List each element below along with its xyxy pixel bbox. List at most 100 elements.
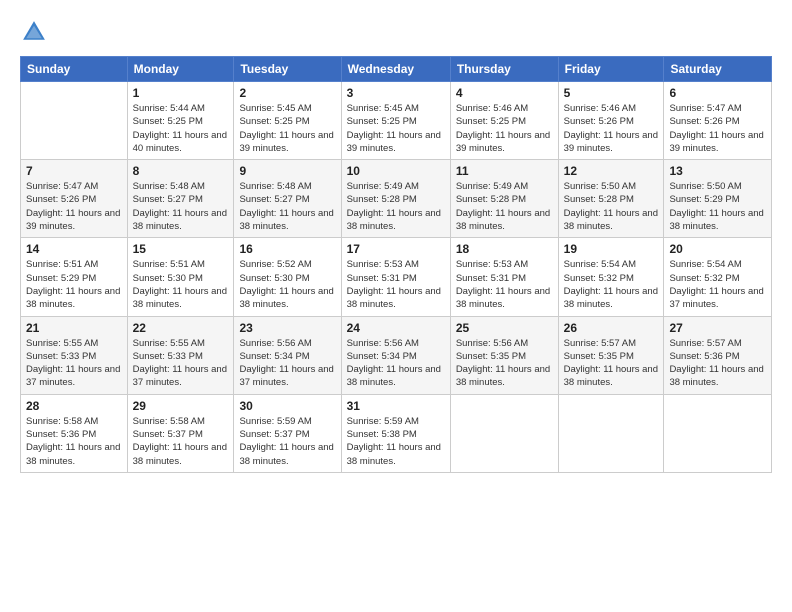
day-number: 4 [456, 86, 553, 100]
weekday-header-sunday: Sunday [21, 57, 128, 82]
header [20, 18, 772, 46]
day-detail: Sunrise: 5:46 AMSunset: 5:25 PMDaylight:… [456, 102, 553, 155]
calendar-table: SundayMondayTuesdayWednesdayThursdayFrid… [20, 56, 772, 473]
weekday-header-friday: Friday [558, 57, 664, 82]
day-number: 26 [564, 321, 659, 335]
day-detail: Sunrise: 5:48 AMSunset: 5:27 PMDaylight:… [239, 180, 335, 233]
day-number: 10 [347, 164, 445, 178]
day-number: 3 [347, 86, 445, 100]
calendar-cell: 28 Sunrise: 5:58 AMSunset: 5:36 PMDayligh… [21, 394, 128, 472]
calendar-cell: 30Sunrise: 5:59 AMSunset: 5:37 PMDayligh… [234, 394, 341, 472]
day-detail: Sunrise: 5:56 AMSunset: 5:35 PMDaylight:… [456, 337, 553, 390]
week-row-4: 21 Sunrise: 5:55 AMSunset: 5:33 PMDayligh… [21, 316, 772, 394]
day-detail: Sunrise: 5:58 AMSunset: 5:37 PMDaylight:… [133, 415, 229, 468]
week-row-3: 14Sunrise: 5:51 AMSunset: 5:29 PMDayligh… [21, 238, 772, 316]
day-number: 19 [564, 242, 659, 256]
day-number: 1 [133, 86, 229, 100]
day-detail: Sunrise: 5:55 AMSunset: 5:33 PMDaylight:… [26, 337, 122, 390]
day-number: 25 [456, 321, 553, 335]
calendar-cell: 31 Sunrise: 5:59 AMSunset: 5:38 PMDayligh… [341, 394, 450, 472]
calendar-cell: 27 Sunrise: 5:57 AMSunset: 5:36 PMDayligh… [664, 316, 772, 394]
day-detail: Sunrise: 5:51 AMSunset: 5:30 PMDaylight:… [133, 258, 229, 311]
day-number: 27 [669, 321, 766, 335]
day-number: 16 [239, 242, 335, 256]
day-detail: Sunrise: 5:46 AMSunset: 5:26 PMDaylight:… [564, 102, 659, 155]
day-detail: Sunrise: 5:53 AMSunset: 5:31 PMDaylight:… [456, 258, 553, 311]
calendar-cell: 4 Sunrise: 5:46 AMSunset: 5:25 PMDaylight… [450, 82, 558, 160]
calendar-cell: 24 Sunrise: 5:56 AMSunset: 5:34 PMDayligh… [341, 316, 450, 394]
calendar-cell: 22 Sunrise: 5:55 AMSunset: 5:33 PMDayligh… [127, 316, 234, 394]
day-number: 20 [669, 242, 766, 256]
day-detail: Sunrise: 5:56 AMSunset: 5:34 PMDaylight:… [239, 337, 335, 390]
day-number: 28 [26, 399, 122, 413]
day-detail: Sunrise: 5:47 AMSunset: 5:26 PMDaylight:… [26, 180, 122, 233]
day-detail: Sunrise: 5:59 AMSunset: 5:38 PMDaylight:… [347, 415, 445, 468]
page-container: SundayMondayTuesdayWednesdayThursdayFrid… [0, 0, 792, 612]
calendar-cell: 7 Sunrise: 5:47 AMSunset: 5:26 PMDaylight… [21, 160, 128, 238]
day-detail: Sunrise: 5:44 AMSunset: 5:25 PMDaylight:… [133, 102, 229, 155]
calendar-cell [21, 82, 128, 160]
day-detail: Sunrise: 5:54 AMSunset: 5:32 PMDaylight:… [669, 258, 766, 311]
weekday-header-thursday: Thursday [450, 57, 558, 82]
week-row-2: 7 Sunrise: 5:47 AMSunset: 5:26 PMDaylight… [21, 160, 772, 238]
calendar-cell: 23 Sunrise: 5:56 AMSunset: 5:34 PMDayligh… [234, 316, 341, 394]
day-detail: Sunrise: 5:56 AMSunset: 5:34 PMDaylight:… [347, 337, 445, 390]
day-number: 12 [564, 164, 659, 178]
day-number: 9 [239, 164, 335, 178]
day-number: 18 [456, 242, 553, 256]
weekday-header-wednesday: Wednesday [341, 57, 450, 82]
calendar-cell: 11Sunrise: 5:49 AMSunset: 5:28 PMDayligh… [450, 160, 558, 238]
calendar-cell: 1 Sunrise: 5:44 AMSunset: 5:25 PMDaylight… [127, 82, 234, 160]
day-number: 23 [239, 321, 335, 335]
calendar-cell: 20 Sunrise: 5:54 AMSunset: 5:32 PMDayligh… [664, 238, 772, 316]
calendar-cell: 25 Sunrise: 5:56 AMSunset: 5:35 PMDayligh… [450, 316, 558, 394]
logo [20, 18, 52, 46]
calendar-cell: 13Sunrise: 5:50 AMSunset: 5:29 PMDayligh… [664, 160, 772, 238]
day-number: 6 [669, 86, 766, 100]
calendar-cell: 21 Sunrise: 5:55 AMSunset: 5:33 PMDayligh… [21, 316, 128, 394]
weekday-header-monday: Monday [127, 57, 234, 82]
day-number: 15 [133, 242, 229, 256]
day-number: 2 [239, 86, 335, 100]
day-number: 7 [26, 164, 122, 178]
calendar-cell [558, 394, 664, 472]
day-detail: Sunrise: 5:45 AMSunset: 5:25 PMDaylight:… [347, 102, 445, 155]
day-detail: Sunrise: 5:48 AMSunset: 5:27 PMDaylight:… [133, 180, 229, 233]
day-number: 8 [133, 164, 229, 178]
calendar-cell [664, 394, 772, 472]
day-detail: Sunrise: 5:49 AMSunset: 5:28 PMDaylight:… [456, 180, 553, 233]
day-detail: Sunrise: 5:55 AMSunset: 5:33 PMDaylight:… [133, 337, 229, 390]
calendar-cell: 19 Sunrise: 5:54 AMSunset: 5:32 PMDayligh… [558, 238, 664, 316]
day-detail: Sunrise: 5:52 AMSunset: 5:30 PMDaylight:… [239, 258, 335, 311]
calendar-cell: 14Sunrise: 5:51 AMSunset: 5:29 PMDayligh… [21, 238, 128, 316]
weekday-header-saturday: Saturday [664, 57, 772, 82]
day-number: 24 [347, 321, 445, 335]
day-detail: Sunrise: 5:58 AMSunset: 5:36 PMDaylight:… [26, 415, 122, 468]
calendar-cell [450, 394, 558, 472]
day-detail: Sunrise: 5:53 AMSunset: 5:31 PMDaylight:… [347, 258, 445, 311]
day-number: 31 [347, 399, 445, 413]
logo-icon [20, 18, 48, 46]
day-detail: Sunrise: 5:57 AMSunset: 5:35 PMDaylight:… [564, 337, 659, 390]
day-number: 17 [347, 242, 445, 256]
calendar-cell: 15 Sunrise: 5:51 AMSunset: 5:30 PMDayligh… [127, 238, 234, 316]
day-number: 22 [133, 321, 229, 335]
day-number: 13 [669, 164, 766, 178]
calendar-cell: 2 Sunrise: 5:45 AMSunset: 5:25 PMDaylight… [234, 82, 341, 160]
calendar-cell: 17 Sunrise: 5:53 AMSunset: 5:31 PMDayligh… [341, 238, 450, 316]
calendar-cell: 3 Sunrise: 5:45 AMSunset: 5:25 PMDaylight… [341, 82, 450, 160]
calendar-cell: 29 Sunrise: 5:58 AMSunset: 5:37 PMDayligh… [127, 394, 234, 472]
calendar-cell: 26 Sunrise: 5:57 AMSunset: 5:35 PMDayligh… [558, 316, 664, 394]
calendar-cell: 9 Sunrise: 5:48 AMSunset: 5:27 PMDaylight… [234, 160, 341, 238]
day-detail: Sunrise: 5:45 AMSunset: 5:25 PMDaylight:… [239, 102, 335, 155]
day-detail: Sunrise: 5:54 AMSunset: 5:32 PMDaylight:… [564, 258, 659, 311]
weekday-header-tuesday: Tuesday [234, 57, 341, 82]
day-number: 21 [26, 321, 122, 335]
day-detail: Sunrise: 5:49 AMSunset: 5:28 PMDaylight:… [347, 180, 445, 233]
day-detail: Sunrise: 5:51 AMSunset: 5:29 PMDaylight:… [26, 258, 122, 311]
day-detail: Sunrise: 5:57 AMSunset: 5:36 PMDaylight:… [669, 337, 766, 390]
day-number: 30 [239, 399, 335, 413]
day-number: 29 [133, 399, 229, 413]
day-detail: Sunrise: 5:50 AMSunset: 5:28 PMDaylight:… [564, 180, 659, 233]
day-number: 5 [564, 86, 659, 100]
